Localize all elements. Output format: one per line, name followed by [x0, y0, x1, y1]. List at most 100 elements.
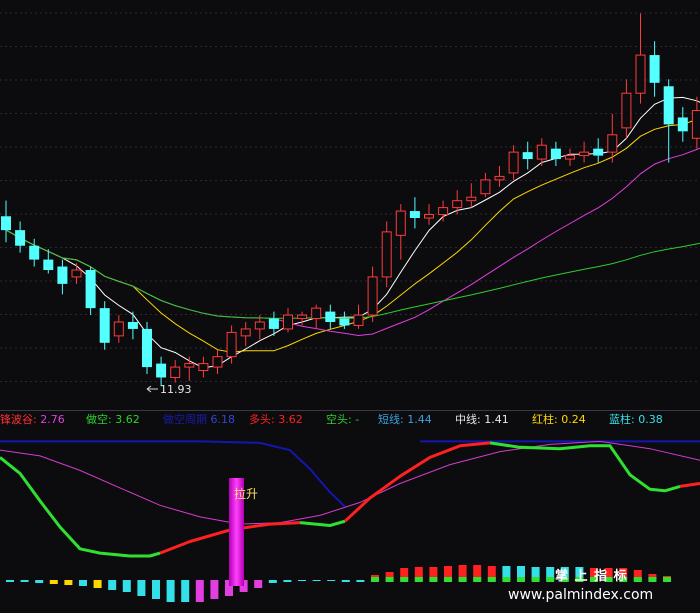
histogram-bar — [152, 580, 160, 599]
histogram-bar — [181, 580, 190, 602]
histogram-bar — [254, 580, 263, 588]
pull-up-label: 拉升 — [234, 486, 258, 501]
histogram-bar — [312, 580, 321, 581]
histogram-bar — [49, 580, 58, 584]
candle-body-up — [198, 363, 209, 372]
histogram-bar-base — [517, 577, 525, 582]
histogram-bar — [64, 580, 73, 585]
candle-body-up — [184, 363, 195, 368]
candle-body-down — [15, 230, 26, 246]
histogram-bar — [79, 580, 87, 586]
histogram-bar-base — [458, 577, 467, 582]
indicator-header-item: 中线: 1.41 — [455, 412, 509, 426]
histogram-bar-base — [502, 577, 511, 582]
histogram-bar — [137, 580, 146, 596]
candle-body-up — [311, 307, 322, 320]
candle-body-up — [367, 276, 378, 316]
indicator-header-item: 做空周期 6.18 — [163, 412, 235, 426]
histogram-bar-base — [385, 577, 394, 582]
indicator-header-item: 锋波谷: 2.76 — [0, 413, 65, 426]
candle-body-down — [156, 363, 167, 378]
candle-body-up — [621, 92, 632, 129]
candle-body-down — [127, 322, 138, 329]
candle-body-up — [71, 269, 82, 278]
histogram-bar — [298, 580, 306, 581]
indicator-header-item: 红柱: 0.24 — [532, 412, 586, 426]
indicator-header: 锋波谷: 2.76 做空: 3.62 做空周期 6.18 多头: 3.62 空头: - 短… — [0, 412, 663, 426]
histogram-bar-base — [473, 577, 482, 582]
candle-body-down — [142, 328, 152, 368]
candle-body-up — [240, 328, 251, 337]
chart-canvas: 11.93 锋波谷: 2.76 做空: 3.62 做空周期 6.18 多头: 3.62… — [0, 0, 700, 613]
candle-body-up — [536, 144, 547, 160]
candle-body-down — [649, 55, 660, 83]
candle-body-up — [113, 321, 124, 337]
histogram-bar — [356, 580, 365, 582]
histogram-bar-base — [546, 577, 555, 582]
indicator-header-item: 短线: 1.44 — [378, 412, 432, 426]
candle-body-up — [565, 155, 575, 160]
histogram-bar-base — [487, 577, 496, 582]
candle-body-down — [85, 270, 96, 309]
histogram-bar-base — [371, 577, 379, 582]
candle-body-up — [466, 196, 477, 202]
candle-body-up — [438, 207, 449, 216]
candle-body-down — [268, 318, 279, 329]
histogram-bar — [108, 580, 117, 590]
histogram-bar-base — [648, 577, 657, 582]
histogram-bar-base — [429, 577, 438, 582]
histogram-bar-base — [663, 577, 671, 582]
candle-body-down — [339, 318, 350, 326]
indicator-header-item: 做空: 3.62 — [86, 412, 140, 426]
candle-body-down — [99, 308, 110, 343]
histogram-bar — [35, 580, 44, 583]
candle-body-up — [212, 356, 223, 368]
candle-body-down — [29, 245, 40, 260]
candle-body-up — [395, 210, 406, 236]
histogram-bar-base — [531, 577, 540, 582]
histogram-bar — [210, 580, 219, 599]
histogram-bar — [122, 580, 131, 592]
candle-body-up — [381, 231, 392, 278]
candle-body-up — [170, 366, 181, 378]
histogram-bar-base — [414, 577, 423, 582]
histogram-bar-base — [400, 577, 409, 582]
histogram-bar — [268, 580, 277, 583]
indicator-header-item: 多头: 3.62 — [249, 412, 303, 426]
candle-body-up — [452, 200, 463, 209]
histogram-bar — [195, 580, 204, 602]
candle-body-down — [677, 117, 688, 132]
candle-body-up — [607, 134, 618, 153]
candle-body-up — [508, 151, 519, 174]
histogram-bar — [341, 580, 350, 582]
candle-body-up — [691, 110, 700, 139]
histogram-bar — [20, 580, 29, 582]
candle-body-up — [579, 151, 590, 157]
price-min-label: 11.93 — [160, 383, 192, 396]
candle-body-down — [409, 211, 420, 218]
candle-body-up — [353, 314, 364, 326]
candle-body-down — [522, 152, 533, 160]
candle-body-up — [635, 54, 646, 94]
candle-body-down — [325, 311, 336, 322]
candle-body-up — [494, 175, 505, 181]
candle-body-down — [663, 86, 674, 125]
candle-body-up — [254, 321, 265, 330]
histogram-bar — [283, 580, 292, 582]
histogram-bar-base — [444, 577, 452, 582]
candle-body-up — [283, 314, 293, 330]
indicator-header-item: 空头: - — [326, 412, 359, 426]
histogram-bar — [93, 580, 102, 588]
histogram-bar — [327, 580, 336, 581]
candle-body-down — [1, 216, 11, 231]
candle-body-down — [550, 148, 561, 160]
candle-body-up — [297, 314, 308, 320]
histogram-bar-base — [633, 577, 642, 582]
candle-body-down — [57, 266, 68, 284]
candle-body-up — [480, 179, 491, 195]
watermark-url: www.palmindex.com — [508, 587, 653, 603]
candle-body-down — [593, 148, 604, 156]
candle-body-up — [226, 331, 237, 358]
candle-body-down — [43, 259, 54, 270]
histogram-bar — [6, 580, 14, 582]
